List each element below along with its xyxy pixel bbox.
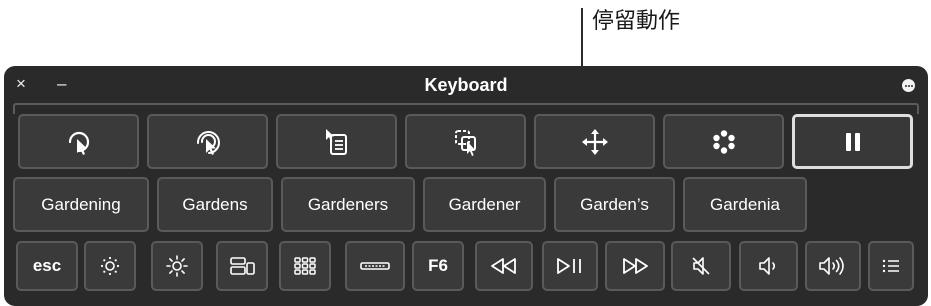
launchpad-key[interactable] — [279, 241, 331, 291]
pointer-double-click-icon — [193, 127, 223, 157]
play-pause-key[interactable] — [542, 241, 598, 291]
suggestion-button[interactable]: Garden’s — [554, 177, 675, 232]
suggestion-button[interactable]: Gardens — [157, 177, 273, 232]
options-button[interactable] — [663, 114, 784, 169]
mission-control-icon — [228, 254, 256, 278]
panel-options-button[interactable] — [902, 79, 915, 92]
context-menu-icon — [322, 127, 352, 157]
mute-icon — [687, 254, 715, 278]
list-key[interactable] — [868, 241, 914, 291]
mute-key[interactable] — [671, 241, 731, 291]
brightness-down-key[interactable] — [84, 241, 136, 291]
list-icon — [879, 254, 903, 278]
move-arrows-icon — [580, 127, 610, 157]
f6-key[interactable]: F6 — [412, 241, 464, 291]
dwell-actions-bracket — [13, 103, 919, 114]
keyboard-illumination-icon — [359, 254, 391, 278]
dot-ring-icon — [709, 127, 739, 157]
keyboard-viewer-window: × – Keyboard Gardening Gardens Gardeners… — [4, 66, 928, 306]
pause-button[interactable] — [792, 114, 913, 169]
volume-down-key[interactable] — [739, 241, 798, 291]
brightness-up-icon — [165, 254, 189, 278]
pointer-click-icon — [64, 127, 94, 157]
left-click-button[interactable] — [18, 114, 139, 169]
drag-icon — [451, 127, 481, 157]
drag-and-drop-button[interactable] — [405, 114, 526, 169]
window-title: Keyboard — [424, 75, 508, 95]
suggestion-button[interactable]: Gardening — [13, 177, 149, 232]
brightness-down-icon — [98, 254, 122, 278]
escape-key[interactable]: esc — [16, 241, 78, 291]
keyboard-illumination-key[interactable] — [345, 241, 405, 291]
dwell-actions-callout-label: 停留動作 — [592, 9, 681, 34]
suggestion-button[interactable]: Gardenia — [683, 177, 807, 232]
suggestion-button[interactable]: Gardeners — [281, 177, 415, 232]
double-click-button[interactable] — [147, 114, 268, 169]
play-pause-icon — [554, 254, 586, 278]
mission-control-key[interactable] — [216, 241, 268, 291]
fast-forward-icon — [619, 254, 651, 278]
rewind-icon — [488, 254, 520, 278]
scroll-button[interactable] — [534, 114, 655, 169]
volume-up-icon — [817, 254, 849, 278]
fast-forward-key[interactable] — [605, 241, 665, 291]
pause-icon — [838, 127, 868, 157]
volume-down-icon — [755, 254, 783, 278]
rewind-key[interactable] — [475, 241, 533, 291]
brightness-up-key[interactable] — [151, 241, 203, 291]
volume-up-key[interactable] — [805, 241, 861, 291]
right-click-button[interactable] — [276, 114, 397, 169]
suggestion-button[interactable]: Gardener — [423, 177, 546, 232]
launchpad-icon — [292, 254, 318, 278]
